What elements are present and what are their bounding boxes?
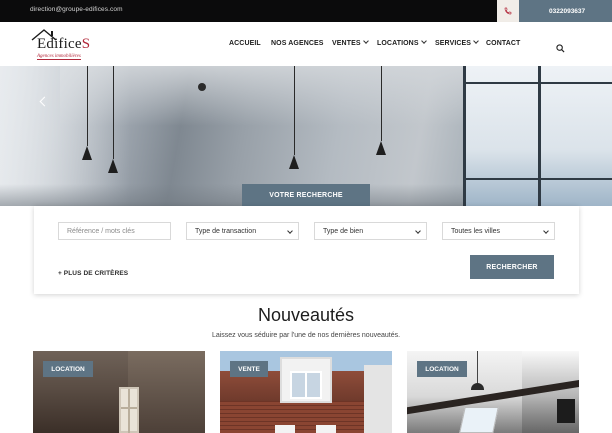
lamp-cord (113, 66, 114, 159)
nav-nos-agences[interactable]: NOS AGENCES (271, 40, 324, 47)
card-photo (128, 351, 205, 433)
card-photo-building (364, 365, 392, 433)
listing-card[interactable]: VENTE (220, 351, 392, 433)
pendant-lamp (108, 159, 118, 173)
city-select[interactable]: Toutes les villes (442, 222, 555, 240)
lamp-cord (87, 66, 88, 146)
search-panel: Référence / mots clés Type de transactio… (34, 206, 579, 294)
lamp-cord (294, 66, 295, 155)
lamp-cord (381, 66, 382, 141)
transaction-type-value: Type de transaction (195, 227, 257, 235)
nav-services-label: SERVICES (435, 40, 472, 47)
chevron-down-icon (543, 228, 549, 234)
phone-icon[interactable] (497, 0, 519, 22)
chevron-down-icon (420, 38, 427, 44)
chevron-down-icon (362, 38, 369, 44)
tab-votre-recherche[interactable]: VOTRE RECHERCHE (242, 184, 370, 206)
pendant-lamp (82, 146, 92, 160)
logo-brand: EdificeS (37, 36, 90, 53)
nav-locations[interactable]: LOCATIONS (377, 38, 427, 47)
nav-nos-agences-label: NOS AGENCES (271, 40, 324, 47)
card-photo-window (275, 425, 295, 433)
card-photo-lamp (471, 383, 484, 390)
pendant-lamp (289, 155, 299, 169)
ceiling-spot (198, 83, 206, 91)
tab-votre-recherche-label: VOTRE RECHERCHE (269, 191, 343, 199)
window-frame (463, 178, 612, 180)
search-icon-glyph (556, 44, 565, 53)
listing-badge: LOCATION (43, 361, 93, 377)
phone-number-text: 0322093637 (549, 7, 586, 15)
hero-floor (0, 184, 463, 206)
nav-accueil[interactable]: ACCUEIL (229, 40, 261, 47)
section-subtitle: Laissez vous séduire par l'une de nos de… (211, 332, 401, 339)
phone-icon-glyph (504, 7, 512, 15)
section-title: Nouveautés (257, 305, 355, 325)
nav-ventes-label: VENTES (332, 40, 361, 47)
nav-contact-label: CONTACT (486, 40, 521, 47)
keyword-input[interactable]: Référence / mots clés (58, 222, 171, 240)
logo[interactable]: EdificeS Agences immobilières (31, 28, 93, 62)
property-type-select[interactable]: Type de bien (314, 222, 427, 240)
chevron-down-icon (415, 228, 421, 234)
nav-locations-label: LOCATIONS (377, 40, 419, 47)
window-frame (538, 66, 541, 206)
keyword-input-placeholder: Référence / mots clés (67, 227, 135, 235)
listing-badge: VENTE (230, 361, 268, 377)
window-frame (463, 66, 466, 206)
nav-ventes[interactable]: VENTES (332, 38, 369, 47)
top-bar: direction@groupe-edifices.com 0322093637 (0, 0, 612, 22)
card-photo-tv (557, 399, 575, 423)
search-button[interactable]: RECHERCHER (470, 255, 554, 279)
nav-accueil-label: ACCUEIL (229, 40, 261, 47)
nav-services[interactable]: SERVICES (435, 38, 479, 47)
search-button-label: RECHERCHER (486, 263, 538, 271)
phone-number[interactable]: 0322093637 (519, 0, 612, 22)
search-icon[interactable] (556, 40, 565, 53)
listing-badge-label: LOCATION (51, 365, 85, 373)
card-photo-lamp-cord (477, 351, 478, 385)
listing-badge: LOCATION (417, 361, 467, 377)
more-criteria-link[interactable]: + PLUS DE CRITÈRES (58, 270, 128, 277)
card-photo-window (290, 371, 322, 399)
logo-brand-main: Edifice (37, 36, 82, 52)
transaction-type-select[interactable]: Type de transaction (186, 222, 299, 240)
nav-contact[interactable]: CONTACT (486, 40, 520, 47)
card-photo-skylight (459, 407, 499, 433)
contact-email-link[interactable]: direction@groupe-edifices.com (30, 6, 123, 13)
card-photo-window (119, 387, 139, 433)
site-header: EdificeS Agences immobilières ACCUEIL NO… (0, 22, 612, 66)
listing-card[interactable]: LOCATION (33, 351, 205, 433)
city-value: Toutes les villes (451, 227, 501, 235)
chevron-down-icon (287, 228, 293, 234)
listing-badge-label: VENTE (238, 365, 260, 373)
pendant-lamp (376, 141, 386, 155)
card-photo-window (316, 425, 336, 433)
chevron-down-icon (473, 38, 479, 44)
listing-card[interactable]: LOCATION (407, 351, 579, 433)
logo-tagline: Agences immobilières (37, 54, 81, 60)
listing-badge-label: LOCATION (425, 365, 459, 373)
property-type-value: Type de bien (323, 227, 364, 235)
window-frame (463, 82, 612, 84)
logo-brand-accent: S (81, 36, 91, 52)
